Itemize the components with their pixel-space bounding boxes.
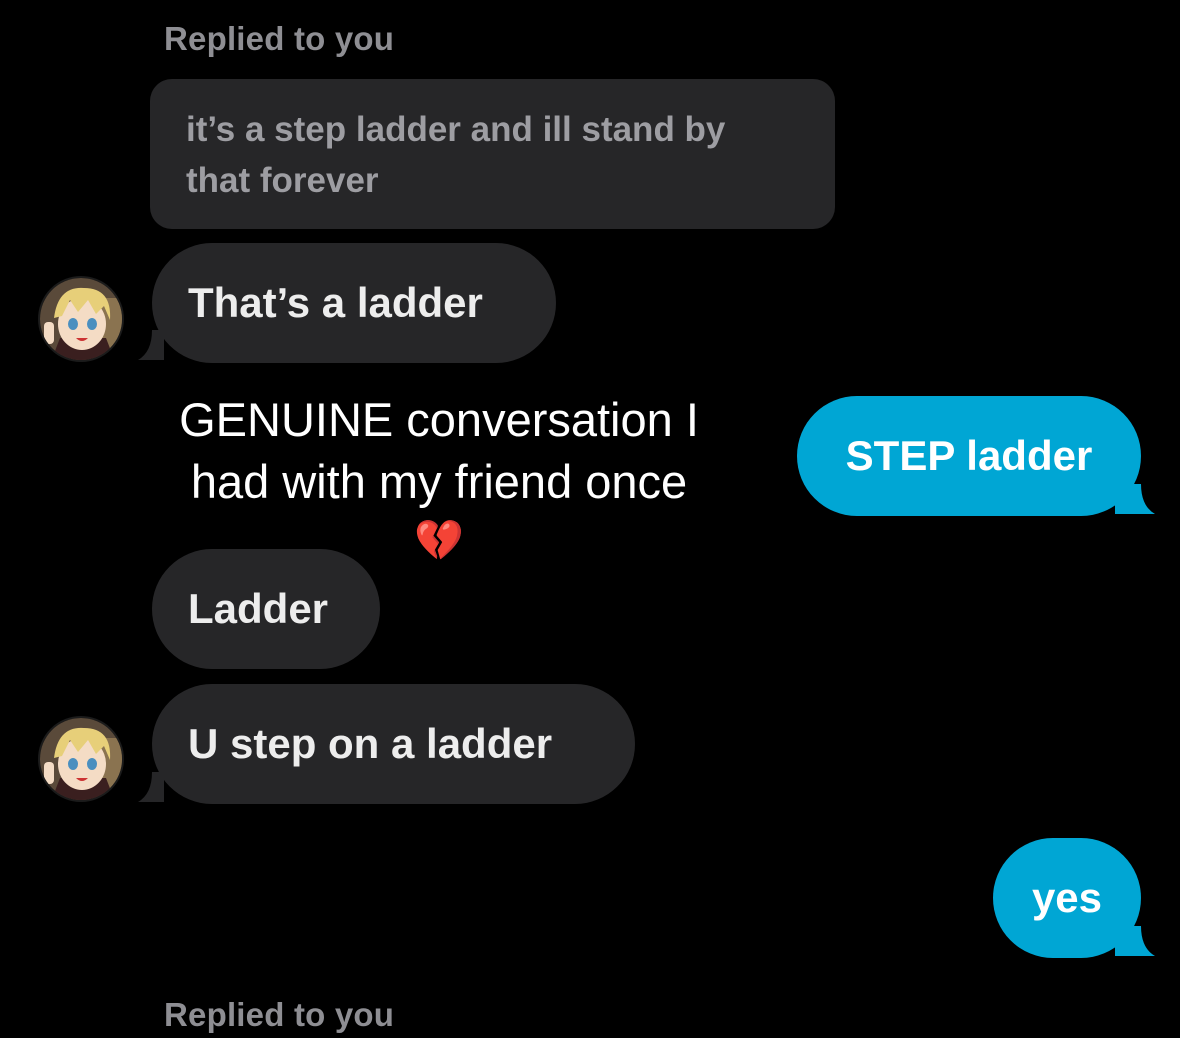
message-text: Ladder (188, 585, 329, 632)
anime-avatar-icon (40, 278, 122, 360)
quoted-message[interactable]: it’s a step ladder and ill stand by that… (150, 79, 835, 229)
friend-avatar[interactable] (38, 716, 124, 802)
anime-avatar-icon (40, 718, 122, 800)
outgoing-message[interactable]: STEP ladder (797, 396, 1141, 516)
message-text: That’s a ladder (188, 279, 483, 326)
bubble-tail (1115, 926, 1155, 956)
incoming-message[interactable]: Ladder (152, 549, 380, 669)
chat-screen: { "colors": { "background": "#000000", "… (0, 0, 1180, 1038)
message-text: STEP ladder (845, 432, 1093, 479)
message-text: yes (1031, 874, 1103, 921)
bubble-tail (1115, 484, 1155, 514)
message-text: U step on a ladder (188, 720, 553, 767)
replied-to-you-label: Replied to you (164, 20, 395, 57)
replied-to-you-label: Replied to you (164, 996, 395, 1033)
caption-line-2: had with my friend once (190, 455, 688, 508)
incoming-message[interactable]: U step on a ladder (152, 684, 635, 804)
overlay-caption: GENUINE conversation I had with my frien… (150, 389, 728, 569)
incoming-message[interactable]: That’s a ladder (152, 243, 556, 363)
bubble-tail (138, 772, 164, 802)
friend-avatar[interactable] (38, 276, 124, 362)
bubble-tail (138, 330, 164, 360)
caption-line-1: GENUINE conversation I (179, 393, 699, 446)
